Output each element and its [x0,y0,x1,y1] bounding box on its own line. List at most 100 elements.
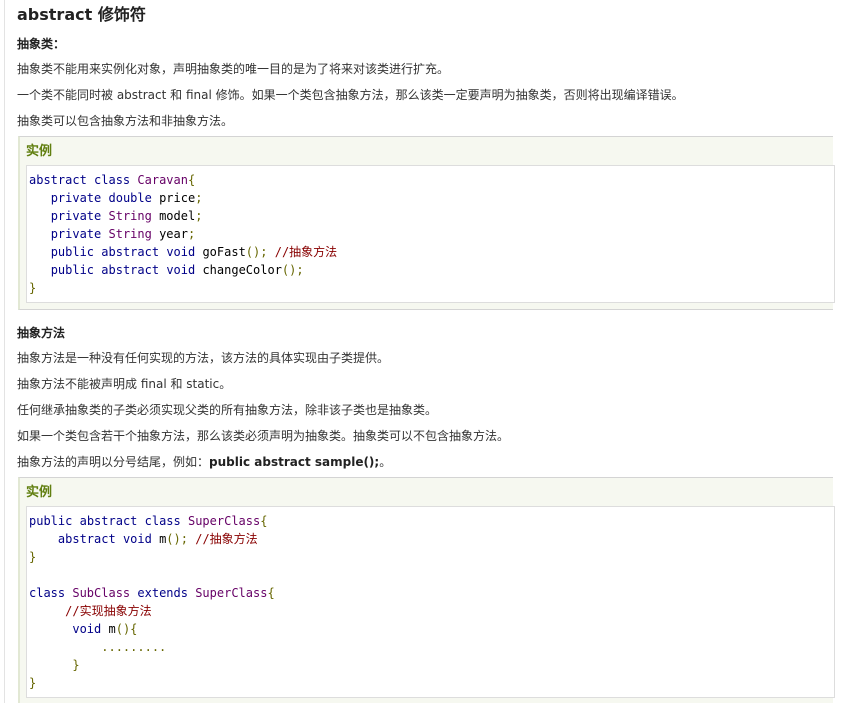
code-block-abstract-class[interactable]: abstract class Caravan{ private double p… [26,165,835,303]
example-title: 实例 [26,144,53,159]
code-token: extends [137,586,188,600]
code-token: (); [166,532,188,546]
code-line: //实现抽象方法 [29,602,834,620]
paragraph-abstract-method-1: 抽象方法是一种没有任何实现的方法，该方法的具体实现由子类提供。 [17,351,390,365]
paragraph-abstract-class-3: 抽象类可以包含抽象方法和非抽象方法。 [17,114,234,128]
code-token: SubClass [72,586,131,600]
code-token: private [50,209,102,223]
code-token: changeColor [195,263,282,277]
code-token: //实现抽象方法 [65,604,152,618]
code-token: String [108,227,152,241]
code-token: } [72,658,80,672]
code-token: String [108,209,152,223]
paragraph-abstract-method-5: 抽象方法的声明以分号结尾，例如：public abstract sample()… [17,449,843,475]
code-token: m [151,532,167,546]
code-token: abstract [101,263,160,277]
page: abstract 修饰符 抽象类： 抽象类不能用来实例化对象，声明抽象类的唯一目… [0,0,843,703]
paragraph-abstract-method-2: 抽象方法不能被声明成 final 和 static。 [17,377,232,391]
code-token: ; [195,209,203,223]
code-line: } [29,279,834,297]
code-token: model [151,209,196,223]
code-token: class [144,514,181,528]
code-line: public abstract class SuperClass{ [29,512,834,530]
code-token: SuperClass [187,514,261,528]
code-token: year [151,227,188,241]
code-token: SuperClass [195,586,268,600]
code-token: //抽象方法 [195,532,258,546]
code-token: abstract [57,532,116,546]
code-token: goFast [195,245,246,259]
code-line: private String model; [29,207,834,225]
heading-abstract-method: 抽象方法 [17,326,66,340]
heading-abstract-class: 抽象类： [17,37,66,51]
left-border [4,0,5,703]
code-token: Caravan [137,173,188,187]
code-token: void [166,245,196,259]
paragraph-abstract-method-3: 任何继承抽象类的子类必须实现父类的所有抽象方法，除非该子类也是抽象类。 [17,403,438,417]
code-block-abstract-method[interactable]: public abstract class SuperClass{ abstra… [26,506,835,698]
code-line: abstract void m(); //抽象方法 [29,530,834,548]
code-line: public abstract void goFast(); //抽象方法 [29,243,834,261]
code-token: public [50,263,95,277]
code-token: { [260,514,268,528]
code-token: private [50,227,102,241]
code-token: class [29,586,66,600]
code-line: private double price; [29,189,834,207]
code-line: private String year; [29,225,834,243]
code-token: { [187,173,196,187]
article-content: abstract 修饰符 抽象类： 抽象类不能用来实例化对象，声明抽象类的唯一目… [17,0,843,703]
code-token: ; [187,227,196,241]
code-line: } [29,674,834,692]
page-title: abstract 修饰符 [17,5,146,24]
code-line: void m(){ [29,620,834,638]
code-token: abstract [29,173,87,187]
code-token: public [29,514,73,528]
code-token: (); [281,263,304,277]
code-token: class [94,173,131,187]
code-token: abstract [79,514,138,528]
code-token: void [122,532,152,546]
paragraph-abstract-class-2: 一个类不能同时被 abstract 和 final 修饰。如果一个类包含抽象方法… [17,88,684,102]
code-token: ......... [101,640,167,654]
code-token: (){ [115,622,138,636]
example-title: 实例 [26,485,53,500]
code-token: } [29,550,37,564]
code-line: ......... [29,638,834,656]
example-box-abstract-class: 实例 abstract class Caravan{ private doubl… [18,136,835,310]
paragraph-abstract-class-1: 抽象类不能用来实例化对象，声明抽象类的唯一目的是为了将来对该类进行扩充。 [17,62,450,76]
code-token: //抽象方法 [274,245,338,259]
paragraph-prefix: 抽象方法的声明以分号结尾，例如： [17,455,210,469]
code-token: private [50,191,102,205]
example-box-abstract-method: 实例 public abstract class SuperClass{ abs… [18,477,835,703]
code-token: m [101,622,116,636]
code-token: public [50,245,95,259]
paragraph-abstract-method-4: 如果一个类包含若干个抽象方法，那么该类必须声明为抽象类。抽象类可以不包含抽象方法… [17,429,510,443]
code-line: public abstract void changeColor(); [29,261,834,279]
code-line: } [29,548,834,566]
inline-code-sample: public abstract sample(); [209,455,380,469]
code-token: } [29,676,37,690]
code-token: abstract [101,245,160,259]
code-line: } [29,656,834,674]
code-line: abstract class Caravan{ [29,171,834,189]
code-token: void [166,263,196,277]
paragraph-suffix: 。 [379,455,392,469]
code-token: void [72,622,102,636]
code-token: ; [195,191,203,205]
code-line: class SubClass extends SuperClass{ [29,584,834,602]
